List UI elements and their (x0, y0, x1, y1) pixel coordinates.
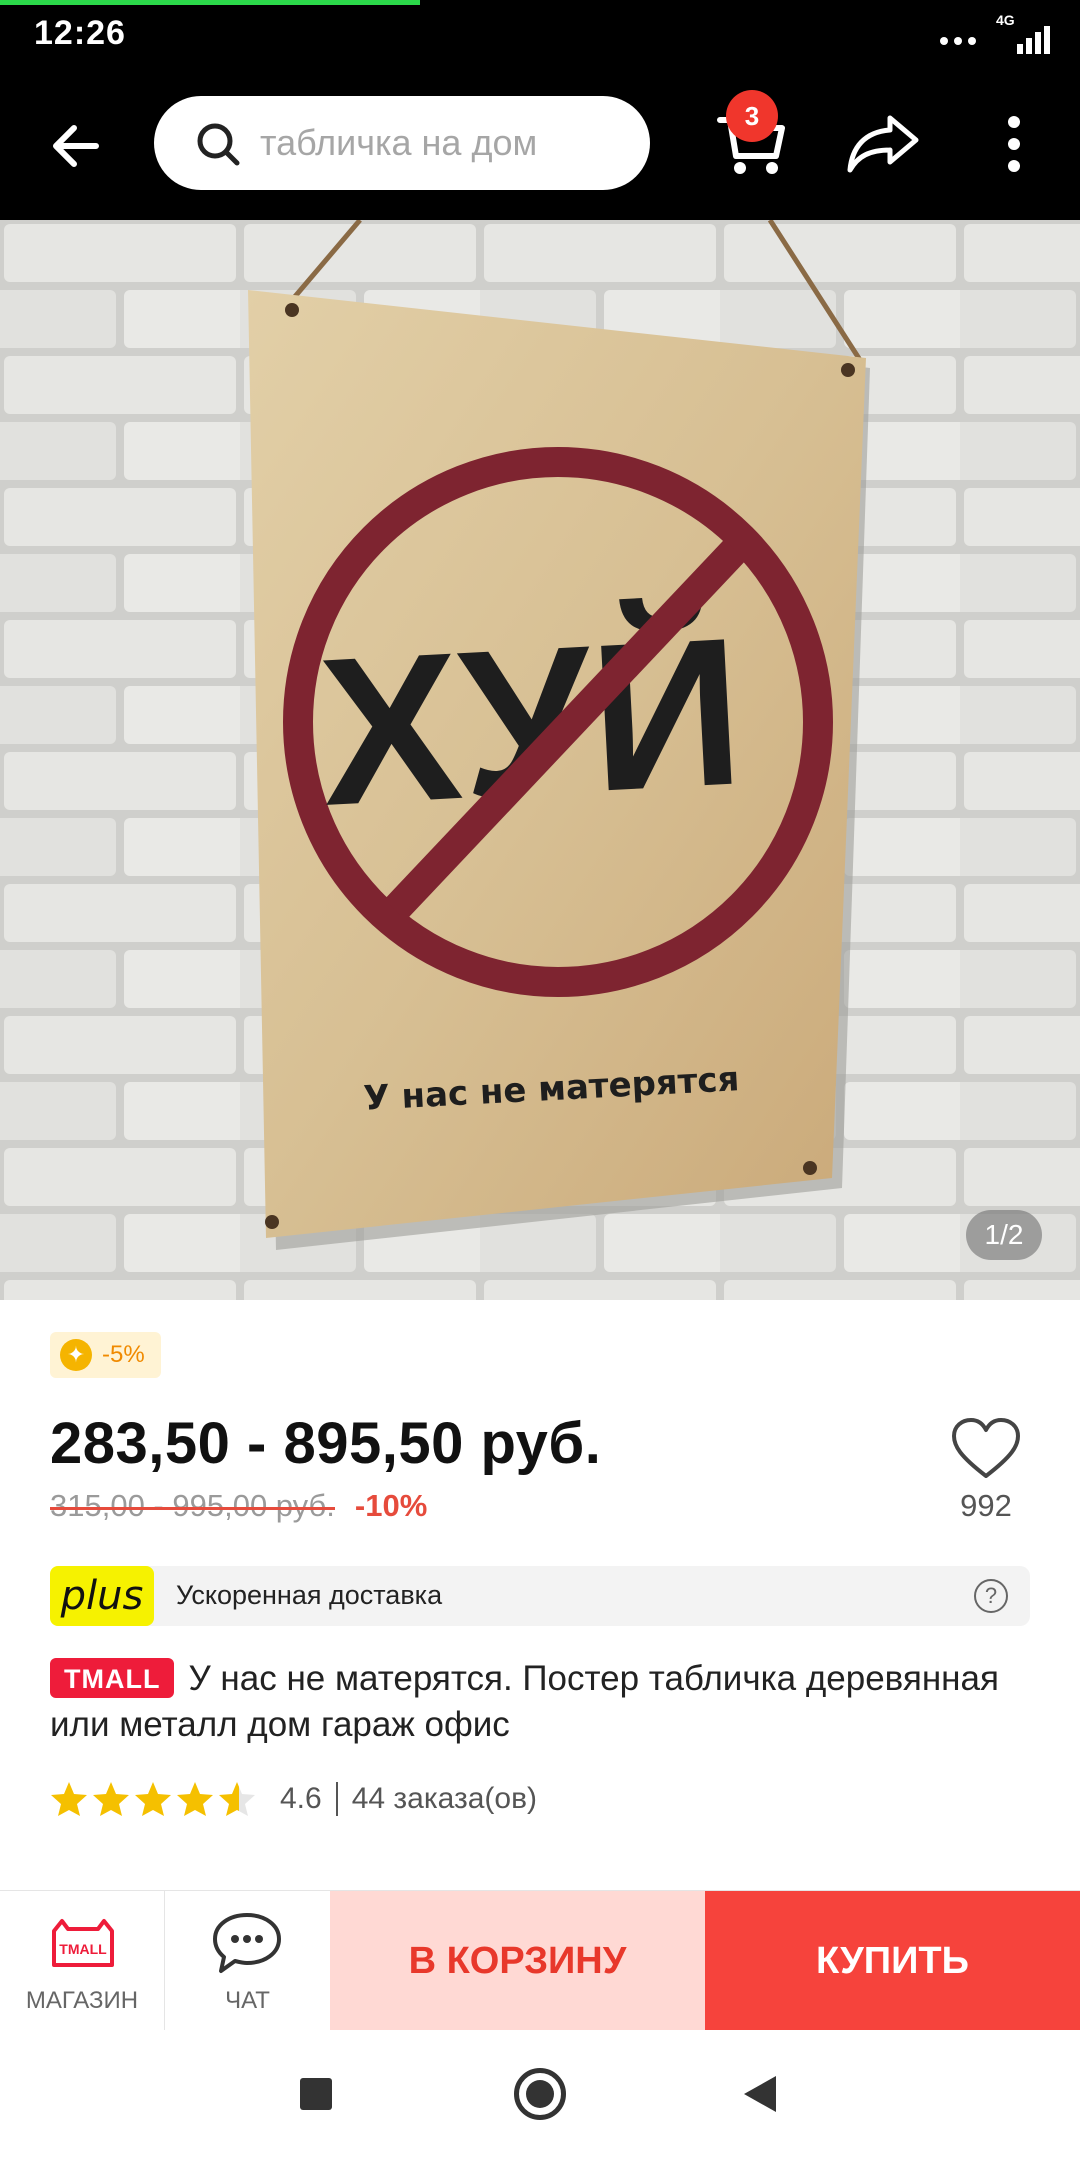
image-counter: 1/2 (966, 1210, 1042, 1260)
system-back-button[interactable] (744, 2076, 776, 2112)
wishlist-button[interactable] (950, 1416, 1022, 1482)
more-options-button[interactable] (994, 112, 1034, 176)
plus-logo: plus (50, 1566, 154, 1626)
old-price: 315,00 - 995,00 руб. (50, 1488, 335, 1523)
buy-now-button[interactable]: КУПИТЬ (705, 1891, 1080, 2031)
store-button[interactable]: TMALL МАГАЗИН (0, 1891, 165, 2031)
search-icon (197, 123, 240, 166)
tmall-store-icon: TMALL (52, 1919, 114, 1967)
search-input[interactable] (260, 96, 620, 190)
coin-icon: ✦ (60, 1339, 92, 1371)
product-photo: ХУЙ У нас не матерятся (0, 220, 1080, 1300)
star-half-icon (219, 1782, 255, 1816)
signal-icon: 4G (990, 12, 1050, 54)
share-icon (847, 115, 919, 173)
page-load-progress (0, 0, 420, 5)
tmall-badge: TMALL (50, 1658, 175, 1698)
star-icon (135, 1782, 171, 1816)
store-label: МАГАЗИН (25, 1987, 139, 2014)
product-image[interactable]: ХУЙ У нас не матерятся 1/2 (0, 220, 1080, 1300)
heart-icon (952, 1418, 1020, 1478)
promo-label: -5% (102, 1341, 145, 1368)
add-to-cart-button[interactable]: В КОРЗИНУ (330, 1891, 705, 2031)
product-title-text: У нас не матерятся. Постер табличка дере… (50, 1659, 999, 1744)
status-icons: 4G (940, 12, 1050, 54)
network-type: 4G (996, 12, 1015, 28)
promo-badge: ✦ -5% (50, 1332, 161, 1378)
chat-label: ЧАТ (225, 1987, 270, 2014)
help-icon[interactable]: ? (974, 1579, 1008, 1613)
product-title: TMALL У нас не матерятся. Постер табличка… (50, 1656, 1030, 1748)
top-nav: 3 (0, 72, 1080, 220)
rating-stars (50, 1780, 256, 1818)
status-time: 12:26 (34, 14, 126, 52)
separator (335, 1782, 338, 1816)
search-bar[interactable] (154, 96, 650, 190)
status-bar: 12:26 4G (0, 0, 1080, 72)
more-notifications-icon (940, 37, 976, 45)
discount-label: -10% (354, 1488, 428, 1523)
cart-count-badge: 3 (726, 90, 778, 142)
star-icon (93, 1782, 129, 1816)
bottom-action-bar: TMALL МАГАЗИН ЧАТ В КОРЗИНУ КУПИТЬ (0, 1890, 1080, 2031)
arrow-left-icon (53, 125, 99, 167)
home-button[interactable] (514, 2068, 566, 2120)
delivery-label: Ускоренная доставка (176, 1580, 443, 1610)
chat-icon (213, 1913, 281, 1973)
shop-icon-text: TMALL (59, 1941, 107, 1957)
orders-count: 44 заказа(ов) (351, 1782, 538, 1815)
rating-row[interactable]: 4.6 44 заказа(ов) (50, 1776, 537, 1822)
fast-delivery-row[interactable]: plus Ускоренная доставка ? (50, 1566, 1030, 1626)
sign-main-text: ХУЙ (315, 593, 748, 850)
chat-button[interactable]: ЧАТ (165, 1891, 330, 2031)
wishlist-count: 992 (960, 1488, 1012, 1523)
recent-apps-button[interactable] (300, 2078, 332, 2110)
share-button[interactable] (846, 112, 920, 176)
current-price: 283,50 - 895,50 руб. (50, 1411, 602, 1476)
star-icon (177, 1782, 213, 1816)
back-button[interactable] (44, 114, 108, 178)
system-nav-bar (0, 2030, 1080, 2160)
old-price-row: 315,00 - 995,00 руб. -10% (50, 1488, 427, 1524)
more-vertical-icon (1008, 116, 1020, 172)
rating-value: 4.6 (280, 1782, 322, 1815)
star-icon (51, 1782, 87, 1816)
